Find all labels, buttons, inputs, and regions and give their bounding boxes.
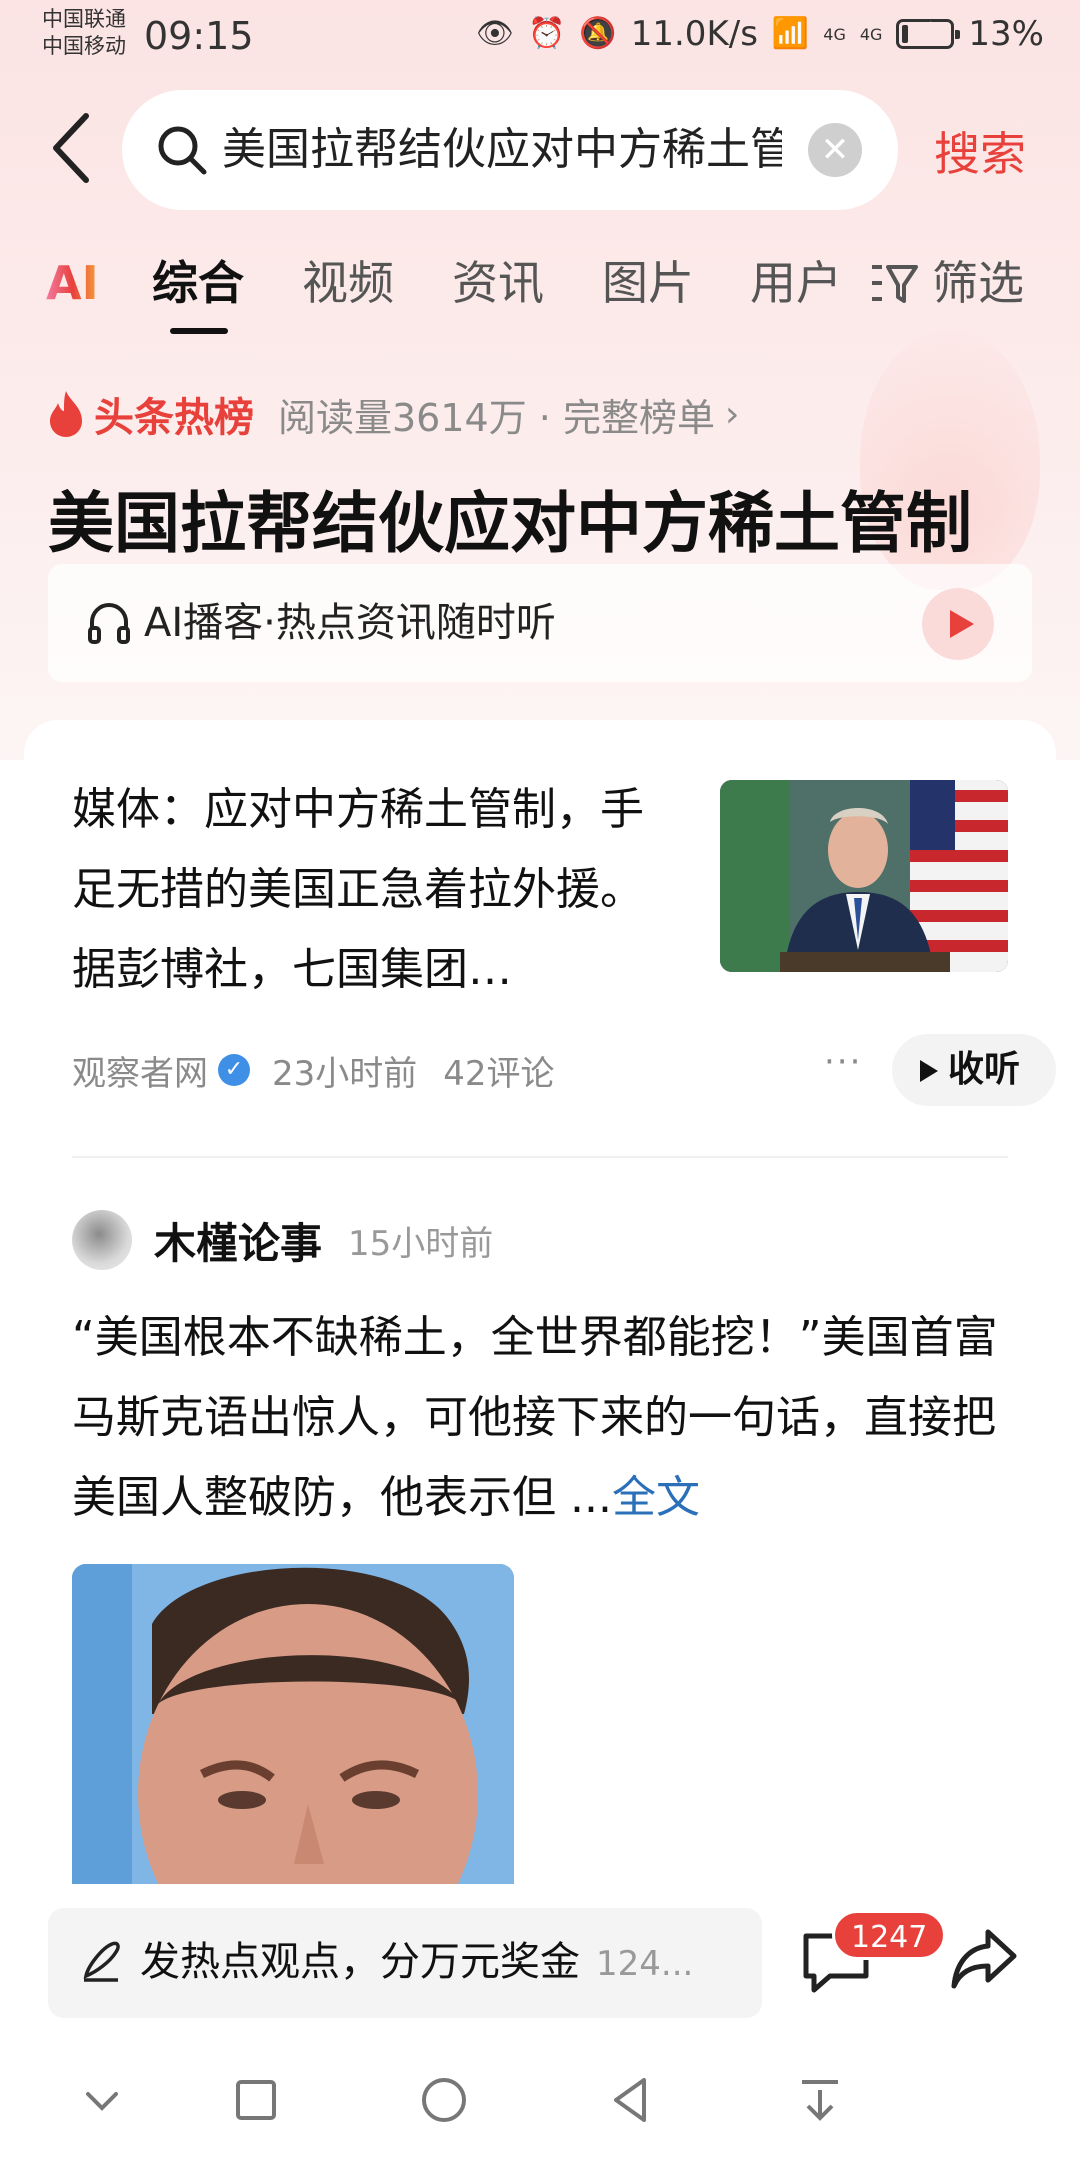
comment-count-inline: 124... — [596, 1944, 694, 1984]
play-icon[interactable] — [922, 588, 994, 660]
tab-ai[interactable]: AI — [46, 248, 99, 318]
carrier-2: 中国移动 — [42, 34, 126, 58]
signal-2-label: 4G — [859, 24, 883, 44]
avatar[interactable] — [72, 1210, 132, 1270]
back-button[interactable] — [44, 108, 104, 188]
post-time: 15小时前 — [348, 1223, 494, 1264]
tab-video[interactable]: 视频 — [302, 248, 394, 318]
search-box[interactable]: 美国拉帮结伙应对中方稀土管 ✕ — [122, 90, 898, 210]
back-nav-icon[interactable] — [602, 2070, 662, 2130]
play-small-icon — [920, 1060, 938, 1082]
mute-icon: 🔕 — [579, 16, 617, 51]
podcast-label: AI播客·热点资讯随时听 — [144, 600, 556, 646]
home-icon[interactable] — [414, 2070, 474, 2130]
carrier-1: 中国联通 — [42, 7, 126, 31]
carrier-info: 中国联通 中国移动 — [42, 6, 126, 60]
search-icon — [158, 126, 207, 175]
system-nav-bar — [0, 2060, 1080, 2140]
article-meta: 观察者网 ✓ 23小时前 42评论 ··· 收听 — [72, 1030, 1056, 1110]
net-speed: 11.0K/s — [630, 14, 758, 54]
clear-icon[interactable]: ✕ — [808, 123, 862, 177]
hot-list-reads: 阅读量3614万 · 完整榜单 — [278, 395, 715, 440]
post-image[interactable] — [72, 1564, 514, 1924]
tab-news[interactable]: 资讯 — [452, 248, 544, 318]
tab-general[interactable]: 综合 — [152, 248, 244, 318]
comment-prompt: 发热点观点，分万元奖金 124... — [140, 1932, 693, 1994]
signal-1-label: 4G — [823, 24, 846, 44]
hot-list-title: 头条热榜 — [94, 395, 254, 441]
charging-bolt-icon: ⚡ — [916, 17, 934, 45]
search-input[interactable]: 美国拉帮结伙应对中方稀土管 — [222, 120, 782, 180]
ai-podcast-bar[interactable]: AI播客·热点资讯随时听 — [48, 564, 1032, 682]
full-text-link[interactable]: 全文 — [612, 1472, 700, 1523]
hot-list-row[interactable]: 头条热榜 阅读量3614万 · 完整榜单 › — [46, 384, 739, 444]
verified-icon: ✓ — [218, 1054, 250, 1086]
more-icon[interactable]: ··· — [824, 1042, 862, 1082]
comment-prompt-text: 发热点观点，分万元奖金 — [140, 1939, 580, 1985]
post-text[interactable]: “美国根本不缺稀土，全世界都能挖！”美国首富马斯克语出惊人，可他接下来的一句话，… — [72, 1298, 1012, 1538]
share-icon[interactable] — [948, 1924, 1020, 1992]
article-thumbnail[interactable] — [720, 780, 1008, 972]
back-icon — [53, 113, 89, 183]
chevron-right-icon: › — [724, 393, 740, 435]
tab-users[interactable]: 用户 — [750, 248, 842, 318]
status-time: 09:15 — [144, 14, 254, 58]
battery-percent: 13% — [968, 14, 1044, 54]
chevron-down-icon[interactable] — [72, 2070, 132, 2130]
hot-headline[interactable]: 美国拉帮结伙应对中方稀土管制 — [48, 470, 972, 566]
listen-button[interactable]: 收听 — [892, 1034, 1056, 1106]
filter-icon — [872, 265, 918, 303]
filter-button[interactable]: 筛选 — [868, 248, 1024, 318]
person-photo — [72, 1564, 514, 1924]
recent-apps-icon[interactable] — [226, 2070, 286, 2130]
status-icons: 👁 ⏰ 🔕 11.0K/s 📶 4G 4G ⚡ 13% — [476, 14, 1044, 54]
eye-icon: 👁 — [475, 16, 515, 51]
article-comments[interactable]: 42评论 — [443, 1046, 554, 1095]
filter-label: 筛选 — [932, 256, 1024, 310]
status-bar: 中国联通 中国移动 09:15 👁 ⏰ 🔕 11.0K/s 📶 4G 4G ⚡ … — [0, 0, 1080, 76]
post-body-text: “美国根本不缺稀土，全世界都能挖！”美国首富马斯克语出惊人，可他接下来的一句话，… — [72, 1312, 998, 1523]
article-item[interactable]: 媒体：应对中方稀土管制，手足无措的美国正急着拉外援。据彭博社，七国集团… — [72, 770, 672, 1010]
battery-fill — [902, 25, 909, 43]
article-source[interactable]: 观察者网 — [72, 1046, 208, 1095]
listen-label: 收听 — [948, 1049, 1021, 1090]
divider — [72, 1156, 1008, 1158]
alarm-icon: ⏰ — [528, 16, 566, 51]
fire-icon — [50, 391, 82, 437]
pen-icon — [83, 1941, 120, 1982]
headphone-icon — [88, 603, 130, 644]
comment-count-badge: 1247 — [832, 1910, 947, 1960]
post-header[interactable]: 木槿论事 15小时前 — [72, 1200, 493, 1280]
result-tabs: AI 综合 视频 资讯 图片 用户 筛选 — [0, 248, 1080, 338]
active-tab-indicator — [170, 328, 228, 334]
battery-icon: ⚡ — [896, 17, 961, 49]
speaker-photo — [720, 780, 1008, 972]
wifi-icon: 📶 — [771, 16, 810, 51]
post-author[interactable]: 木槿论事 — [154, 1210, 322, 1271]
notification-pull-icon[interactable] — [790, 2070, 850, 2130]
comment-input[interactable]: 发热点观点，分万元奖金 124... — [48, 1908, 762, 2018]
tab-images[interactable]: 图片 — [602, 248, 694, 318]
article-time: 23小时前 — [272, 1053, 418, 1094]
article-text: 媒体：应对中方稀土管制，手足无措的美国正急着拉外援。据彭博社，七国集团… — [72, 784, 644, 995]
search-button[interactable]: 搜索 — [934, 118, 1026, 184]
